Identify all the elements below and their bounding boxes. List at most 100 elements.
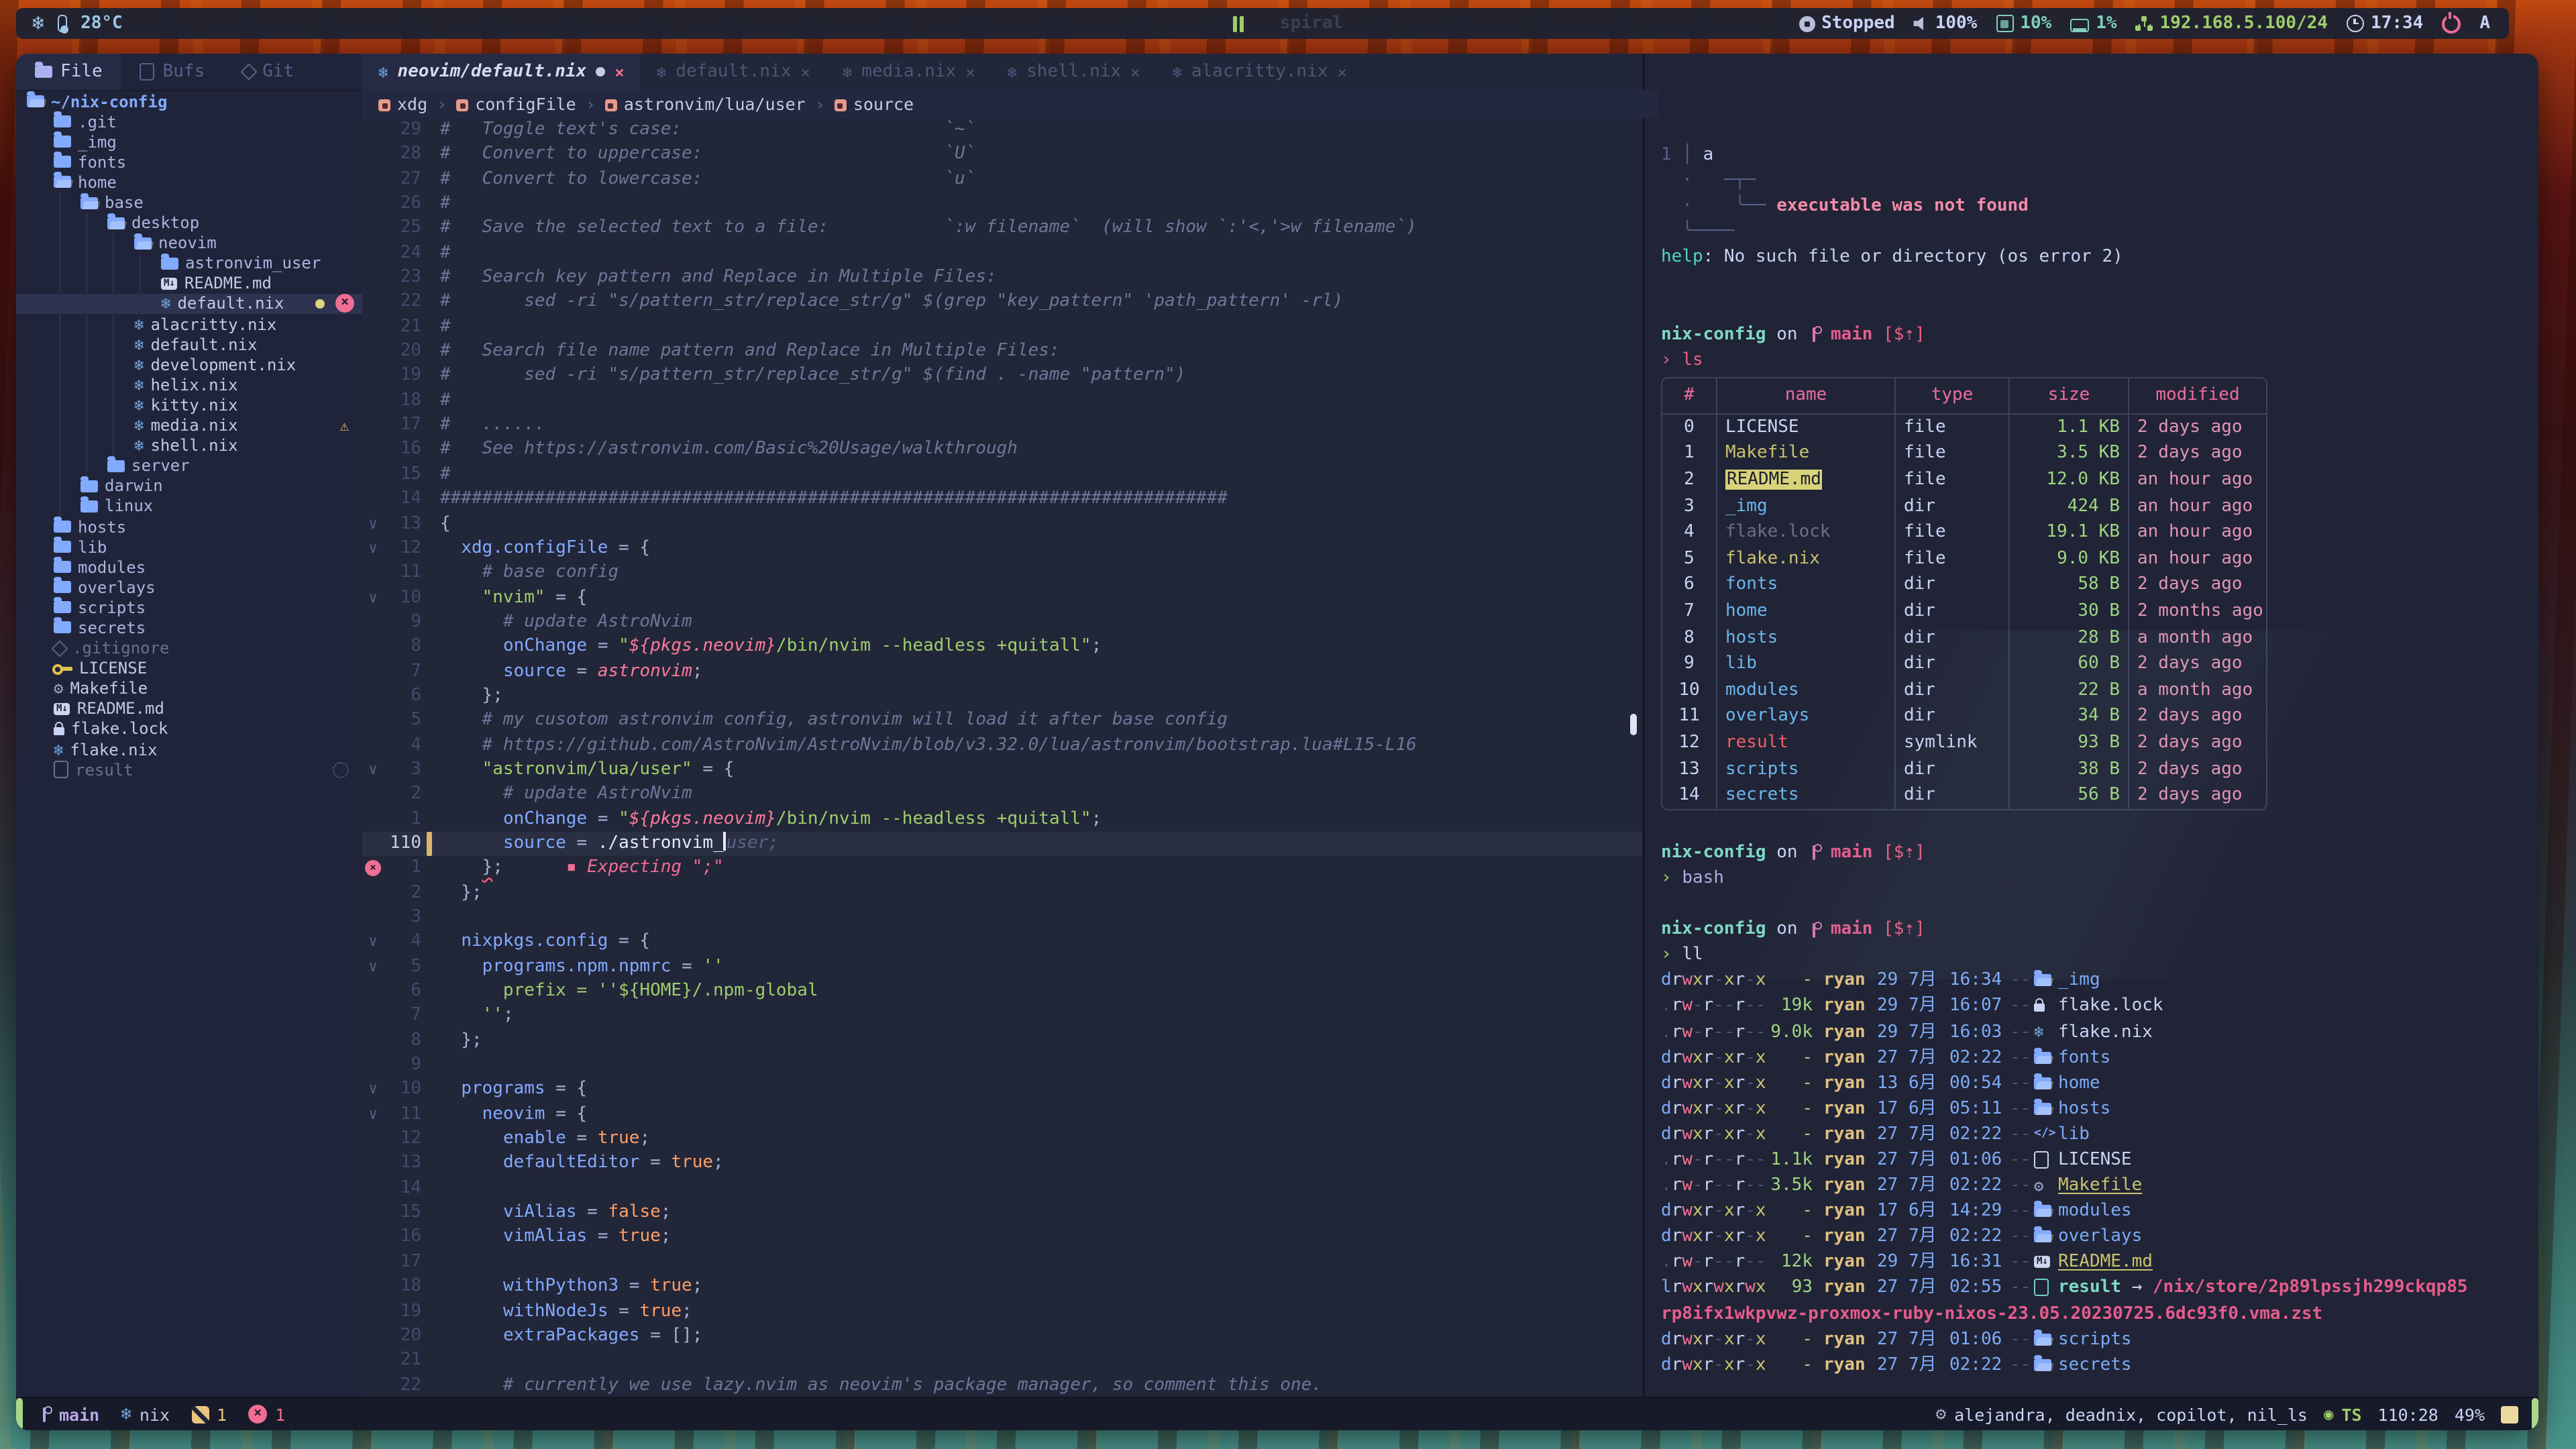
code-line[interactable]: 15#	[362, 463, 1642, 488]
close-file-icon[interactable]: ×	[335, 294, 354, 313]
code-line[interactable]: 16# See https://astronvim.com/Basic%20Us…	[362, 438, 1642, 463]
tree-item-default.nix[interactable]: ❄default.nix	[16, 334, 362, 354]
close-buffer-icon[interactable]: ×	[965, 62, 975, 81]
buffer-tab-shell.nix[interactable]: ❄shell.nix×	[991, 54, 1157, 90]
editor-scrollbar-thumb[interactable]	[1630, 714, 1637, 735]
code-line[interactable]: ∨13{	[362, 512, 1642, 537]
code-line[interactable]: 14	[362, 1177, 1642, 1201]
code-line[interactable]: 19# sed -ri "s/pattern_str/replace_str/g…	[362, 364, 1642, 389]
code-line[interactable]: 18#	[362, 389, 1642, 414]
code-line[interactable]: ∨10 programs = {	[362, 1078, 1642, 1103]
git-branch-segment[interactable]: main	[39, 1404, 99, 1424]
indicator-Stopped[interactable]: Stopped	[1799, 13, 1895, 34]
indicator-17:34[interactable]: 17:34	[2347, 13, 2423, 34]
tree-item-linux[interactable]: linux	[16, 496, 362, 517]
tree-item-shell.nix[interactable]: ❄shell.nix	[16, 435, 362, 455]
tree-item-README.md[interactable]: M↓README.md	[16, 699, 362, 719]
code-line[interactable]: 7 '';	[362, 1004, 1642, 1029]
tree-item-.gitignore[interactable]: .gitignore	[16, 638, 362, 658]
tree-item-README.md[interactable]: M↓README.md	[16, 274, 362, 294]
buffer-tab-default.nix[interactable]: ❄default.nix×	[641, 54, 826, 90]
code-line[interactable]: 23# Search key pattern and Replace in Mu…	[362, 266, 1642, 290]
code-line[interactable]: 22 # currently we use lazy.nvim as neovi…	[362, 1373, 1642, 1398]
code-line[interactable]: 9	[362, 1053, 1642, 1078]
tree-item-Makefile[interactable]: ⚙Makefile	[16, 678, 362, 698]
tree-item-home[interactable]: home	[16, 172, 362, 193]
code-line[interactable]: 16 vimAlias = true;	[362, 1226, 1642, 1250]
indicator-10%[interactable]: 10%	[1996, 13, 2051, 34]
code-line[interactable]: 110 source = ./astronvim_user;	[362, 832, 1642, 857]
breadcrumb-source[interactable]: source	[835, 94, 914, 114]
tree-item-development.nix[interactable]: ❄development.nix	[16, 354, 362, 374]
code-line[interactable]: 19 withNodeJs = true;	[362, 1299, 1642, 1324]
close-buffer-icon[interactable]: ×	[1130, 62, 1140, 81]
code-line[interactable]: 26#	[362, 192, 1642, 217]
code-line[interactable]: 29# Toggle text's case: `~`	[362, 118, 1642, 143]
explorer-tab-bufs[interactable]: Bufs	[121, 54, 224, 90]
code-line[interactable]: ∨10 "nvim" = {	[362, 586, 1642, 610]
buffer-tab-alacritty.nix[interactable]: ❄alacritty.nix×	[1157, 54, 1363, 90]
tree-item-darwin[interactable]: darwin	[16, 476, 362, 496]
buffer-tab-neovim/default.nix[interactable]: ❄neovim/default.nix×	[362, 54, 641, 90]
indicator-power[interactable]	[2442, 14, 2461, 33]
code-line[interactable]: 11 # base config	[362, 561, 1642, 586]
code-line[interactable]: 4 # https://github.com/AstroNvim/AstroNv…	[362, 733, 1642, 758]
code-line[interactable]: 21	[362, 1348, 1642, 1373]
explorer-tab-git[interactable]: Git	[223, 54, 313, 90]
code-line[interactable]: 8 };	[362, 1028, 1642, 1053]
code-line[interactable]: 13 defaultEditor = true;	[362, 1152, 1642, 1177]
code-line[interactable]: 21#	[362, 315, 1642, 340]
tree-item-_img[interactable]: _img	[16, 131, 362, 152]
tree-item-flake.lock[interactable]: flake.lock	[16, 719, 362, 739]
tree-item-media.nix[interactable]: ❄media.nix⚠	[16, 415, 362, 435]
tree-item-overlays[interactable]: overlays	[16, 578, 362, 598]
tree-item-astronvim_user[interactable]: astronvim_user	[16, 254, 362, 274]
tree-item-fonts[interactable]: fonts	[16, 152, 362, 172]
code-line[interactable]: 20 extraPackages = [];	[362, 1324, 1642, 1349]
tree-item-result[interactable]: result	[16, 759, 362, 780]
explorer-tab-file[interactable]: File	[16, 54, 121, 90]
code-line[interactable]: 3	[362, 906, 1642, 930]
code-line[interactable]: 24#	[362, 241, 1642, 266]
code-line[interactable]: 5 # my cusotom astronvim config, astronv…	[362, 709, 1642, 734]
tree-item-default.nix[interactable]: ❄default.nix×	[16, 294, 362, 314]
code-line[interactable]: 9 # update AstroNvim	[362, 610, 1642, 635]
indicator-192.168.5.100/24[interactable]: 192.168.5.100/24	[2136, 13, 2328, 34]
code-line[interactable]: ×1 }; ▪ Expecting ";"	[362, 857, 1642, 881]
code-line[interactable]: 7 source = astronvim;	[362, 659, 1642, 684]
code-line[interactable]: 15 viAlias = false;	[362, 1201, 1642, 1226]
tree-item-lib[interactable]: lib	[16, 537, 362, 557]
code-line[interactable]: 27# Convert to lowercase: `u`	[362, 167, 1642, 192]
tree-item-base[interactable]: base	[16, 193, 362, 213]
code-line[interactable]: ∨11 neovim = {	[362, 1103, 1642, 1128]
code-line[interactable]: 14######################################…	[362, 487, 1642, 512]
code-line[interactable]: 2 };	[362, 881, 1642, 906]
code-line[interactable]: ∨5 programs.npm.npmrc = ''	[362, 955, 1642, 979]
code-line[interactable]: 1 onChange = "${pkgs.neovim}/bin/nvim --…	[362, 807, 1642, 832]
code-line[interactable]: 2 # update AstroNvim	[362, 783, 1642, 808]
breadcrumb-xdg[interactable]: xdg	[378, 94, 427, 114]
code-line[interactable]: 20# Search file name pattern and Replace…	[362, 339, 1642, 364]
code-line[interactable]: 17	[362, 1250, 1642, 1275]
tree-item-alacritty.nix[interactable]: ❄alacritty.nix	[16, 314, 362, 334]
code-line[interactable]: 28# Convert to uppercase: `U`	[362, 143, 1642, 168]
tree-item-flake.nix[interactable]: ❄flake.nix	[16, 739, 362, 759]
close-buffer-icon[interactable]: ×	[1338, 62, 1347, 81]
code-line[interactable]: ∨12 xdg.configFile = {	[362, 537, 1642, 561]
buffer-tab-media.nix[interactable]: ❄media.nix×	[826, 54, 991, 90]
tree-item-kitty.nix[interactable]: ❄kitty.nix	[16, 395, 362, 415]
indicator-A[interactable]: A	[2479, 13, 2490, 34]
breadcrumb-astronvim/lua/user[interactable]: astronvim/lua/user	[605, 94, 806, 114]
close-buffer-icon[interactable]: ×	[800, 62, 810, 81]
code-line[interactable]: ∨4 nixpkgs.config = {	[362, 930, 1642, 955]
code-line[interactable]: 6 prefix = ''${HOME}/.npm-global	[362, 979, 1642, 1004]
code-line[interactable]: 25# Save the selected text to a file: `:…	[362, 217, 1642, 241]
error-count-segment[interactable]: × 1	[248, 1404, 285, 1424]
tree-item-modules[interactable]: modules	[16, 557, 362, 577]
tree-item-secrets[interactable]: secrets	[16, 618, 362, 638]
code-line[interactable]: 6 };	[362, 684, 1642, 709]
indicator-1%[interactable]: 1%	[2070, 13, 2116, 34]
tree-item-helix.nix[interactable]: ❄helix.nix	[16, 375, 362, 395]
tree-item-server[interactable]: server	[16, 455, 362, 476]
tree-item-desktop[interactable]: desktop	[16, 213, 362, 233]
